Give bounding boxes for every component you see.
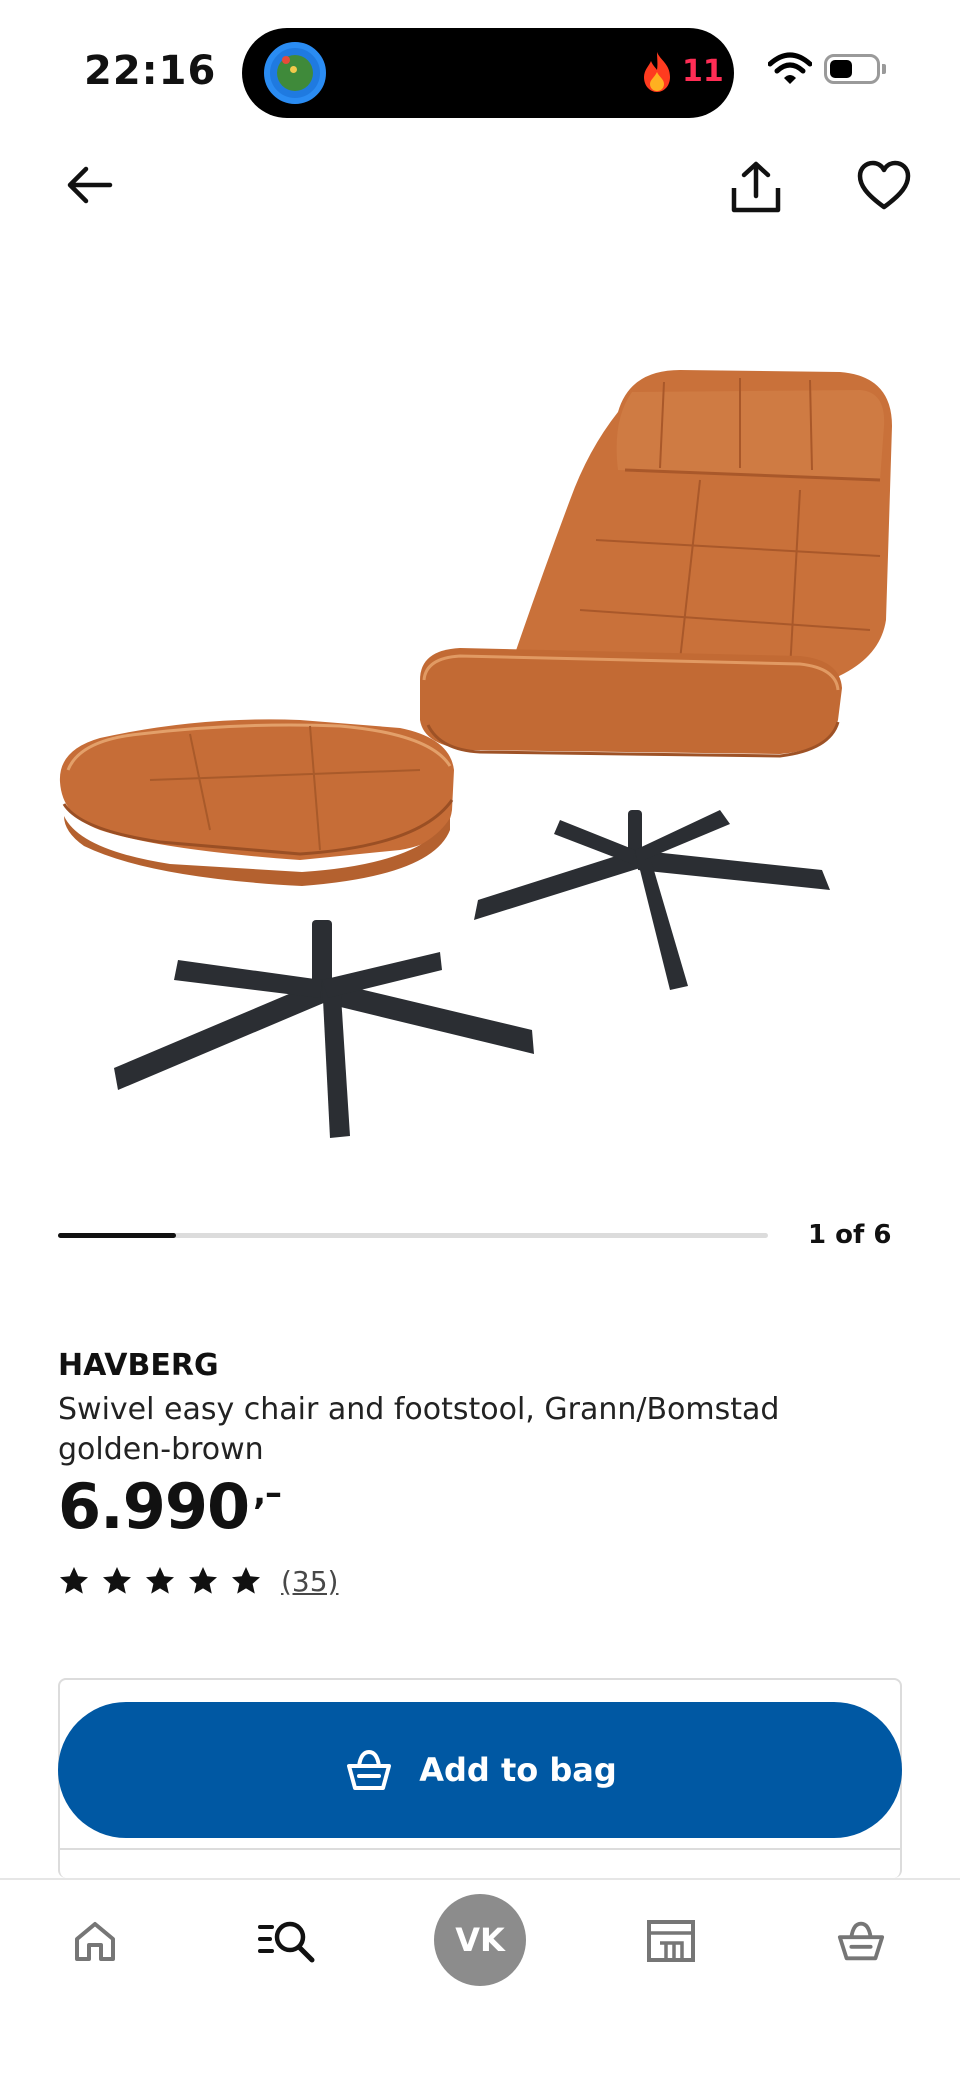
carousel-progress-fill [58,1233,177,1238]
live-activity-app-icon [264,42,326,104]
arrow-left-icon[interactable] [62,158,116,212]
star-icon [189,1567,217,1594]
search-icon [258,1921,315,1963]
product-brand: HAVBERG [58,1348,219,1383]
carousel-progress [58,1233,768,1238]
dynamic-island[interactable]: 11 [242,28,734,118]
share-icon[interactable] [726,158,786,218]
wifi-icon [768,52,812,84]
streak-count: 11 [682,54,724,89]
product-description: Swivel easy chair and footstool, Grann/B… [58,1392,780,1467]
battery-icon [824,54,880,84]
tab-profile-avatar[interactable]: VK [434,1894,526,1986]
tab-bag[interactable] [826,1906,896,1976]
tab-home[interactable] [60,1906,130,1976]
tab-stores[interactable] [636,1906,706,1976]
add-to-bag-label: Add to bag [419,1751,617,1789]
bottom-tab-bar: VK [0,1878,960,2081]
store-icon [647,1920,695,1962]
flame-icon [644,52,670,92]
add-to-bag-button[interactable]: Add to bag [58,1702,902,1838]
price-suffix: ,– [253,1473,282,1513]
star-icon [60,1567,88,1594]
basket-icon [837,1921,885,1961]
basket-icon [347,1749,392,1790]
purchase-card-divider [58,1848,902,1850]
review-count-link[interactable]: (35) [281,1565,338,1598]
product-price: 6.990 ,– [58,1470,282,1543]
carousel-counter: 1 of 6 [808,1220,892,1250]
status-time: 22:16 [84,48,217,94]
product-rating[interactable]: (35) [58,1563,338,1599]
star-icon [103,1567,131,1594]
star-icon [232,1567,260,1594]
status-bar: 22:16 11 [0,0,960,130]
heart-icon[interactable] [856,158,912,214]
price-value: 6.990 [58,1470,250,1543]
star-icon [146,1567,174,1594]
product-image[interactable] [40,330,920,1150]
home-icon [75,1922,115,1961]
tab-search[interactable] [252,1906,322,1976]
